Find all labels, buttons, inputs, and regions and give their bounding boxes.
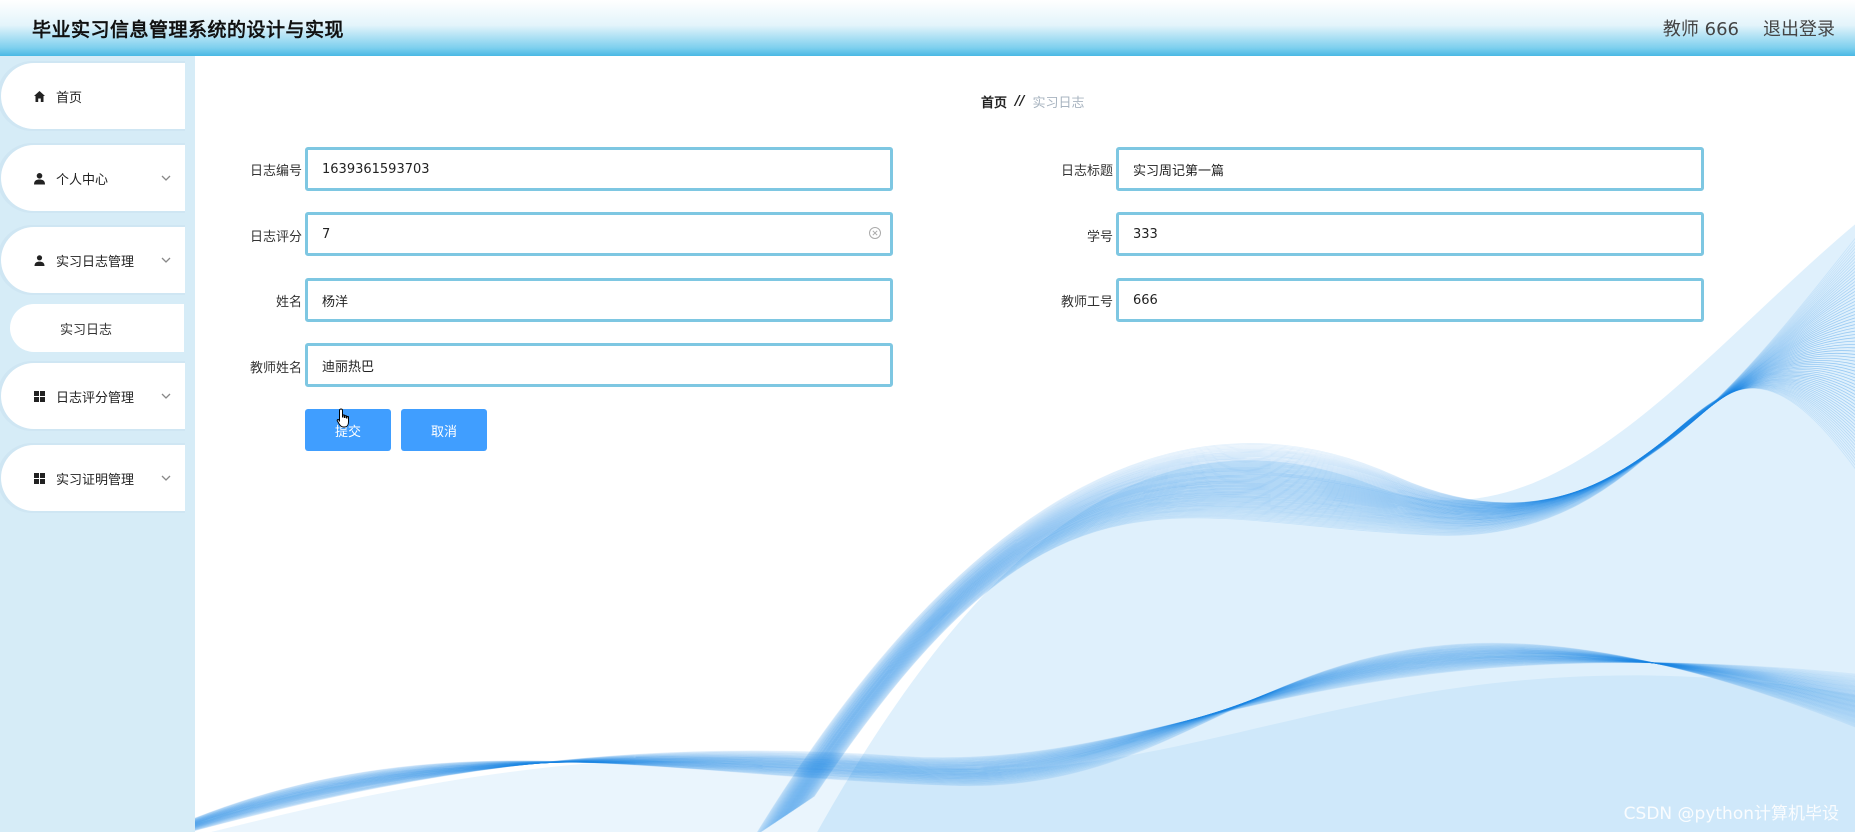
name-label: 姓名 xyxy=(275,295,302,310)
chevron-down-icon xyxy=(158,252,174,268)
teacher-name-label: 教师姓名 xyxy=(249,361,302,376)
user-icon xyxy=(32,171,46,185)
log-id-value: 1639361593703 xyxy=(322,161,430,177)
log-title-field[interactable]: 实习周记第一篇 xyxy=(1116,147,1704,191)
breadcrumb: 首页 // 实习日志 xyxy=(981,92,1085,111)
sidebar-item-label: 首页 xyxy=(56,90,83,106)
log-id-field[interactable]: 1639361593703 xyxy=(305,147,893,191)
log-score-value: 7 xyxy=(322,226,331,242)
cancel-button[interactable]: 取消 xyxy=(401,409,487,451)
sidebar-item-log-management[interactable]: 实习日志管理 xyxy=(6,230,184,290)
main-content: 首页 // 实习日志 日志编号 1639361593703 日志评分 7 姓名 … xyxy=(195,56,1855,832)
teacher-id-field[interactable]: 666 xyxy=(1116,278,1704,322)
header-user-area: 教师 666 退出登录 xyxy=(1663,15,1835,41)
student-id-value: 333 xyxy=(1133,226,1158,242)
log-id-label: 日志编号 xyxy=(249,164,302,179)
logout-link[interactable]: 退出登录 xyxy=(1763,15,1835,41)
chevron-down-icon xyxy=(158,170,174,186)
sidebar-subitem-internship-log[interactable]: 实习日志 xyxy=(10,304,184,352)
clear-icon[interactable] xyxy=(868,226,882,240)
name-field[interactable]: 杨洋 xyxy=(305,278,893,322)
sidebar-item-label: 实习证明管理 xyxy=(56,472,135,488)
sidebar-item-home[interactable]: 首页 xyxy=(6,66,184,126)
user-icon xyxy=(32,253,46,267)
student-id-label: 学号 xyxy=(1086,230,1113,245)
sidebar-item-personal-center[interactable]: 个人中心 xyxy=(6,148,184,208)
name-value: 杨洋 xyxy=(322,294,349,310)
student-id-field[interactable]: 333 xyxy=(1116,212,1704,256)
sidebar-item-label: 日志评分管理 xyxy=(56,390,135,406)
log-title-value: 实习周记第一篇 xyxy=(1133,163,1225,179)
teacher-id-label: 教师工号 xyxy=(1060,295,1113,310)
sidebar-item-label: 实习日志 xyxy=(60,322,113,338)
hand-cursor-icon xyxy=(336,408,349,428)
sidebar-item-score-management[interactable]: 日志评分管理 xyxy=(6,366,184,426)
sidebar-item-certificate-management[interactable]: 实习证明管理 xyxy=(6,448,184,508)
sidebar-item-label: 实习日志管理 xyxy=(56,254,135,270)
top-header: 毕业实习信息管理系统的设计与实现 教师 666 退出登录 xyxy=(0,0,1855,56)
log-title-label: 日志标题 xyxy=(1060,164,1113,179)
breadcrumb-separator: // xyxy=(1015,94,1025,109)
log-score-field[interactable]: 7 xyxy=(305,212,893,256)
teacher-name-value: 迪丽热巴 xyxy=(322,359,375,375)
teacher-name-field[interactable]: 迪丽热巴 xyxy=(305,343,893,387)
sidebar-item-label: 个人中心 xyxy=(56,172,109,188)
grid-icon xyxy=(32,471,46,485)
teacher-id-value: 666 xyxy=(1133,292,1158,308)
watermark: CSDN @python计算机毕设 xyxy=(1623,804,1839,824)
sidebar: 首页 个人中心 实习日志管理 实习日志 日志评分管理 实习证明管理 xyxy=(0,56,195,832)
app-title: 毕业实习信息管理系统的设计与实现 xyxy=(32,18,345,41)
breadcrumb-home[interactable]: 首页 xyxy=(981,92,1007,111)
breadcrumb-current: 实习日志 xyxy=(1032,96,1085,111)
chevron-down-icon xyxy=(158,470,174,486)
grid-icon xyxy=(32,389,46,403)
home-icon xyxy=(32,89,46,103)
current-user: 教师 666 xyxy=(1662,19,1739,40)
log-score-label: 日志评分 xyxy=(249,230,302,245)
chevron-down-icon xyxy=(158,388,174,404)
